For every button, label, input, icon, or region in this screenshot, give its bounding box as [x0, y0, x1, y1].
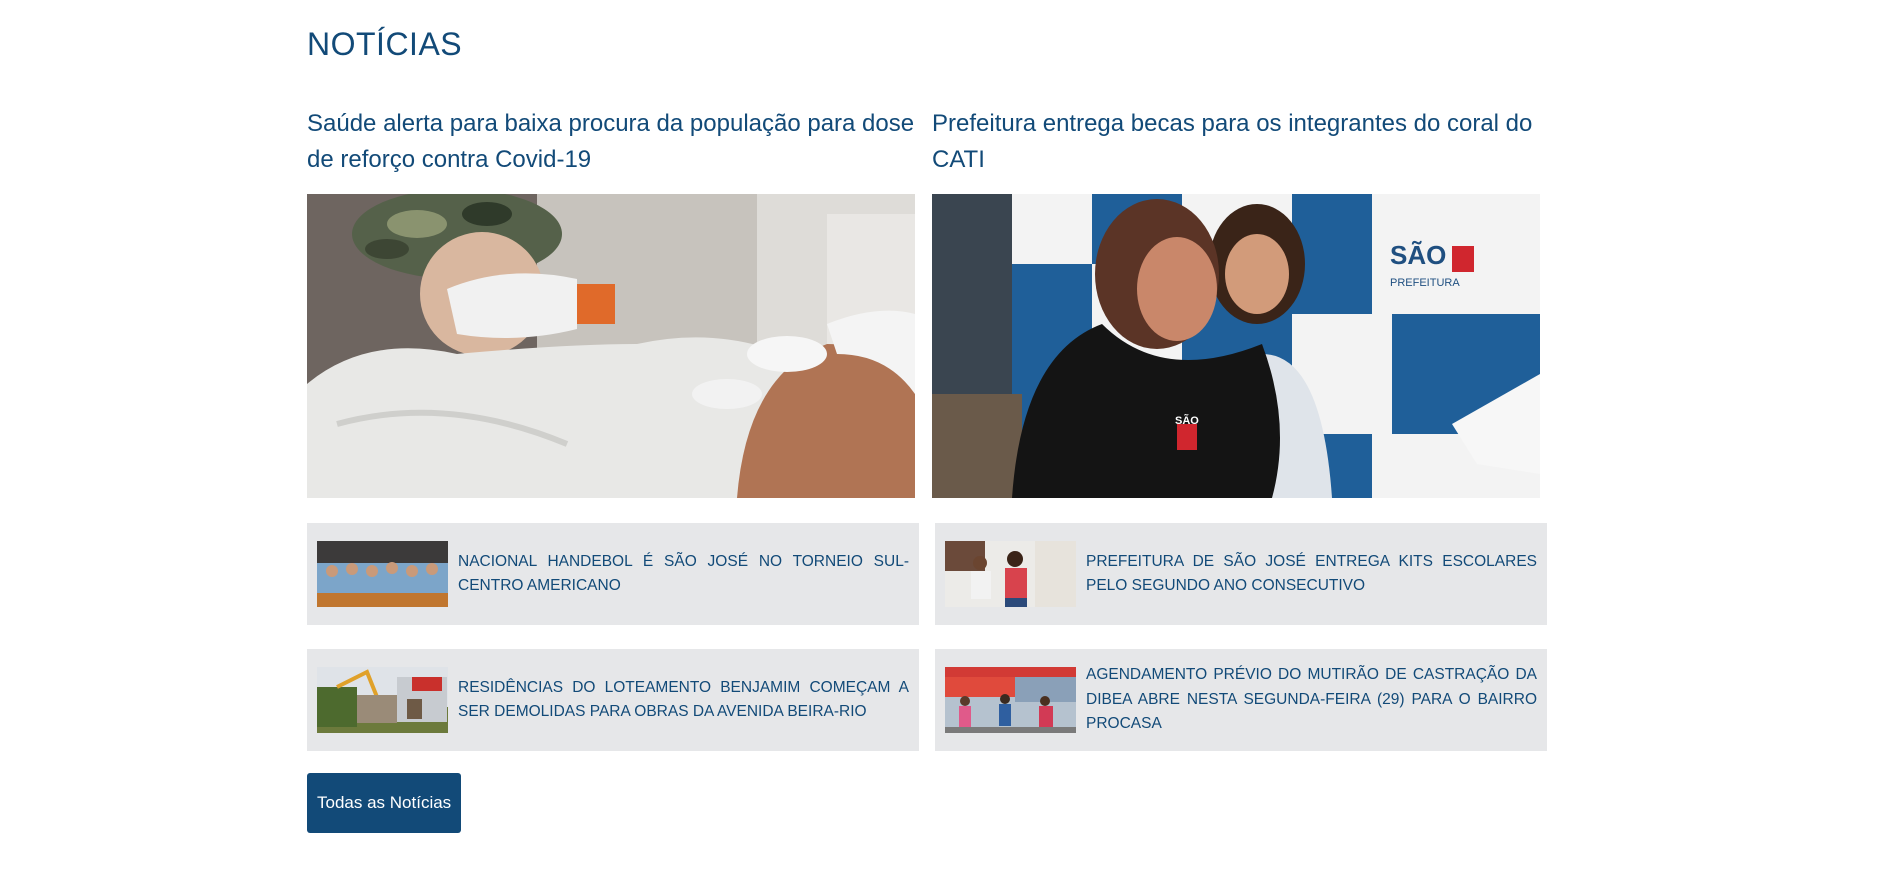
featured-article-1[interactable]: Saúde alerta para baixa procura da popul…: [307, 106, 915, 498]
section-title: NOTÍCIAS: [307, 26, 463, 62]
castration-event-photo: [945, 667, 1076, 733]
news-card[interactable]: NACIONAL HANDEBOL É SÃO JOSÉ NO TORNEIO …: [307, 523, 919, 625]
featured-article-title[interactable]: Saúde alerta para baixa procura da popul…: [307, 106, 915, 190]
vaccination-photo: [307, 194, 915, 498]
news-headline[interactable]: NACIONAL HANDEBOL É SÃO JOSÉ NO TORNEIO …: [458, 523, 909, 625]
news-headline[interactable]: PREFEITURA DE SÃO JOSÉ ENTREGA KITS ESCO…: [1086, 523, 1537, 625]
news-thumbnail[interactable]: [945, 667, 1076, 733]
svg-text:SÃO: SÃO: [1175, 414, 1199, 427]
news-thumbnail[interactable]: [945, 541, 1076, 607]
news-headline[interactable]: RESIDÊNCIAS DO LOTEAMENTO BENJAMIM COMEÇ…: [458, 649, 909, 751]
choir-gown-photo: SÃO PREFEITURA SÃO: [932, 194, 1540, 498]
news-thumbnail[interactable]: [317, 667, 448, 733]
svg-text:SÃO: SÃO: [1390, 240, 1446, 270]
featured-article-2[interactable]: Prefeitura entrega becas para os integra…: [932, 106, 1540, 498]
handball-team-photo: [317, 541, 448, 607]
svg-text:PREFEITURA: PREFEITURA: [1390, 277, 1460, 289]
demolition-photo: [317, 667, 448, 733]
news-card[interactable]: AGENDAMENTO PRÉVIO DO MUTIRÃO DE CASTRAÇ…: [935, 649, 1547, 751]
news-card[interactable]: PREFEITURA DE SÃO JOSÉ ENTREGA KITS ESCO…: [935, 523, 1547, 625]
news-thumbnail[interactable]: [317, 541, 448, 607]
news-headline[interactable]: AGENDAMENTO PRÉVIO DO MUTIRÃO DE CASTRAÇ…: [1086, 649, 1537, 751]
school-kits-photo: [945, 541, 1076, 607]
featured-article-image[interactable]: SÃO PREFEITURA SÃO: [932, 194, 1540, 498]
featured-article-image[interactable]: [307, 194, 915, 498]
all-news-button[interactable]: Todas as Notícias: [307, 773, 462, 833]
news-card[interactable]: RESIDÊNCIAS DO LOTEAMENTO BENJAMIM COMEÇ…: [307, 649, 919, 751]
featured-article-title[interactable]: Prefeitura entrega becas para os integra…: [932, 106, 1540, 190]
